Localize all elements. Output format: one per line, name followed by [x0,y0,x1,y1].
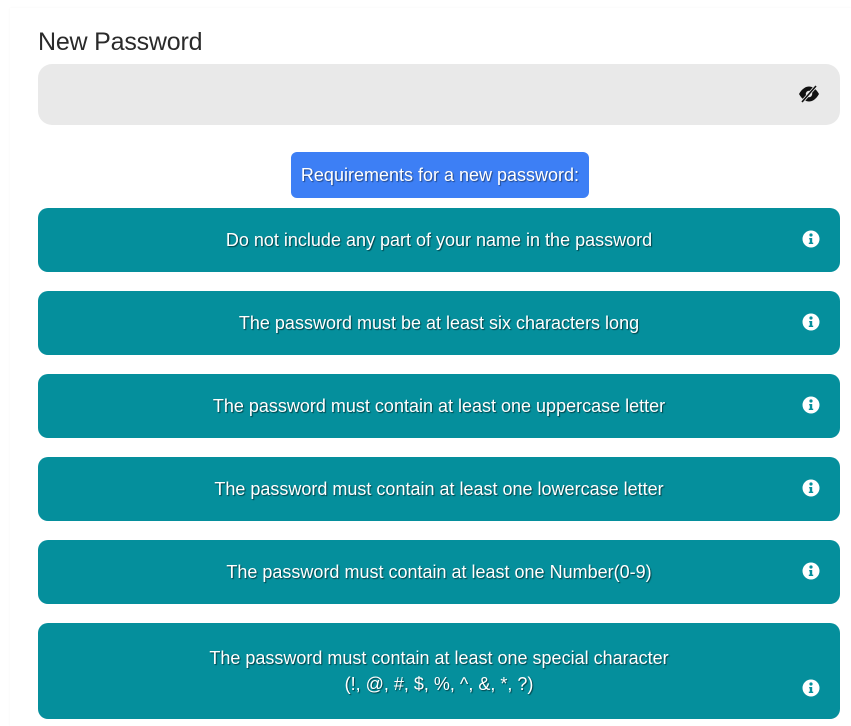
requirement-lowercase[interactable]: The password must contain at least one l… [38,457,840,521]
requirements-heading: Requirements for a new password: [290,152,590,198]
requirement-text-line1: The password must contain at least one s… [209,648,669,668]
info-circle-icon[interactable] [802,230,820,248]
requirement-text: The password must contain at least one l… [214,479,664,499]
password-form: New Password Requirements for a new pass… [0,0,851,726]
info-circle-icon[interactable] [802,396,820,414]
info-circle-icon[interactable] [802,562,820,580]
info-circle-icon[interactable] [802,479,820,497]
info-circle-icon[interactable] [802,313,820,331]
requirement-text: The password must contain at least one u… [212,396,666,416]
eye-slash-icon[interactable] [798,84,820,104]
requirements-list: Do not include any part of your name in … [38,208,840,726]
new-password-field [38,64,840,125]
new-password-input[interactable] [38,64,778,125]
requirement-special-character[interactable]: The password must contain at least one s… [38,623,840,719]
requirement-text: The password must be at least six charac… [238,313,640,333]
requirement-text: The password must contain at least one N… [226,562,652,582]
requirement-no-name[interactable]: Do not include any part of your name in … [38,208,840,272]
requirement-text: Do not include any part of your name in … [225,230,653,250]
new-password-label: New Password [38,28,203,56]
info-circle-icon[interactable] [802,679,820,697]
requirement-number[interactable]: The password must contain at least one N… [38,540,840,604]
requirements-heading-row: Requirements for a new password: [0,152,851,198]
requirement-text-line2: (!, @, #, $, %, ^, &, *, ?) [344,674,534,694]
requirement-min-length[interactable]: The password must be at least six charac… [38,291,840,355]
requirement-text: The password must contain at least one s… [209,645,668,697]
requirement-uppercase[interactable]: The password must contain at least one u… [38,374,840,438]
